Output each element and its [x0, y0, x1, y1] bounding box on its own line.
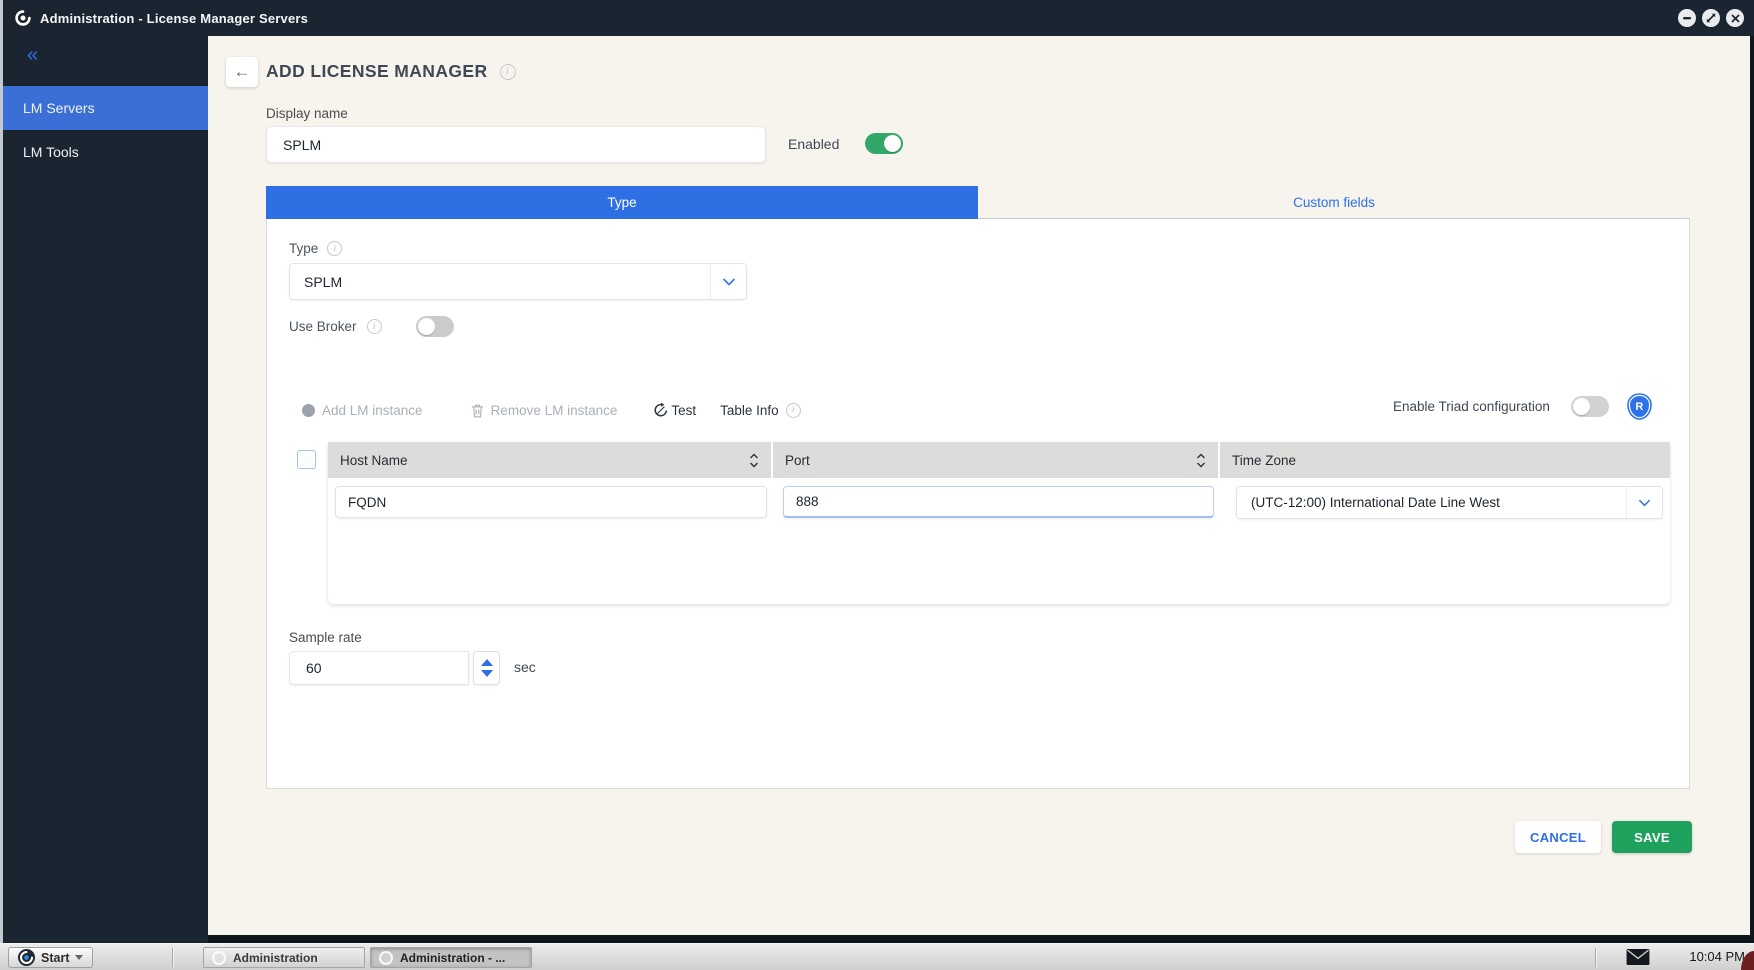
table-info-button[interactable]: Table Info i: [720, 402, 801, 418]
column-label: Time Zone: [1232, 452, 1297, 468]
clock: 10:04 PM: [1689, 949, 1745, 964]
sample-rate-stepper[interactable]: [473, 651, 500, 685]
app-window: Administration - License Manager Servers…: [0, 0, 1754, 943]
tabbar: Type Custom fields: [266, 186, 1690, 219]
taskbar-divider: [1595, 948, 1596, 967]
caret-down-icon: [75, 955, 84, 960]
page-info-icon[interactable]: i: [499, 63, 516, 80]
column-header-port[interactable]: Port: [773, 442, 1218, 478]
task-button-administration[interactable]: Administration: [203, 947, 365, 968]
column-label: Host Name: [340, 452, 408, 468]
display-name-input[interactable]: [266, 126, 766, 163]
table-info-label: Table Info: [720, 402, 779, 418]
use-broker-info-icon[interactable]: i: [366, 319, 382, 334]
time-zone-select[interactable]: (UTC-12:00) International Date Line West: [1236, 486, 1663, 519]
type-select-value: SPLM: [304, 273, 343, 290]
taskbar: Start Administration Administration - ..…: [0, 943, 1754, 970]
table-row: (UTC-12:00) International Date Line West: [328, 478, 1670, 526]
remove-lm-instance-button[interactable]: Remove LM instance: [471, 402, 618, 418]
tab-type[interactable]: Type: [266, 186, 978, 219]
mail-icon[interactable]: [1626, 949, 1650, 970]
sidebar-item-lm-tools[interactable]: LM Tools: [3, 130, 208, 174]
save-button[interactable]: SAVE: [1612, 821, 1692, 853]
remove-lm-instance-label: Remove LM instance: [490, 402, 618, 418]
enabled-toggle[interactable]: [865, 133, 904, 154]
titlebar: Administration - License Manager Servers: [3, 0, 1754, 36]
start-label: Start: [41, 950, 70, 965]
time-zone-value: (UTC-12:00) International Date Line West: [1251, 495, 1500, 510]
chevron-down-icon: [710, 264, 746, 299]
start-logo-icon: [18, 949, 35, 966]
sample-rate-unit: sec: [514, 659, 536, 675]
type-select[interactable]: SPLM: [289, 263, 747, 300]
add-icon: [302, 403, 315, 417]
maximize-button[interactable]: [1702, 9, 1720, 27]
host-name-input[interactable]: [335, 486, 767, 518]
stepper-up-icon[interactable]: [480, 659, 493, 666]
main-content: ← ADD LICENSE MANAGER i Display name Ena…: [208, 36, 1750, 935]
task-label: Administration: [233, 950, 318, 965]
task-app-icon: [379, 950, 393, 965]
sidebar-item-lm-servers[interactable]: LM Servers: [3, 86, 208, 130]
sidebar: « LM Servers LM Tools: [3, 36, 208, 943]
close-button[interactable]: [1726, 9, 1744, 27]
sort-icon[interactable]: [1196, 453, 1206, 468]
minimize-button[interactable]: [1678, 9, 1696, 27]
task-label: Administration - ...: [400, 950, 506, 965]
port-input[interactable]: [783, 486, 1214, 518]
tab-label: Type: [607, 195, 637, 210]
row-checkbox[interactable]: [297, 450, 316, 469]
taskbar-divider: [172, 948, 173, 967]
sort-icon[interactable]: [749, 453, 759, 468]
trash-icon: [471, 404, 483, 417]
triad-toggle[interactable]: [1570, 396, 1609, 417]
use-broker-toggle[interactable]: [415, 316, 454, 337]
add-lm-instance-label: Add LM instance: [322, 402, 423, 418]
tab-custom-fields[interactable]: Custom fields: [978, 186, 1690, 219]
chevron-down-icon: [1626, 487, 1662, 518]
display-name-label: Display name: [266, 106, 348, 121]
lm-instance-table: Host Name Port Time Zone FQDN 888 (UTC-1…: [328, 442, 1670, 604]
test-icon: [654, 402, 668, 417]
table-info-icon: i: [785, 402, 801, 418]
column-label: Port: [785, 452, 810, 468]
task-button-administration-active[interactable]: Administration - ...: [370, 947, 532, 968]
type-info-icon[interactable]: i: [327, 241, 343, 256]
sample-rate-label: Sample rate: [289, 630, 362, 645]
page-title: ADD LICENSE MANAGER: [266, 61, 488, 81]
add-lm-instance-button[interactable]: Add LM instance: [302, 403, 423, 418]
column-header-time-zone[interactable]: Time Zone: [1220, 442, 1670, 478]
sample-rate-input[interactable]: [289, 651, 469, 685]
sidebar-collapse-icon[interactable]: «: [27, 44, 38, 67]
cancel-button[interactable]: CANCEL: [1515, 821, 1601, 853]
type-label: Type: [289, 241, 319, 256]
triad-label: Enable Triad configuration: [1393, 399, 1550, 414]
sidebar-item-label: LM Servers: [23, 100, 95, 116]
tab-label: Custom fields: [1293, 195, 1375, 210]
stepper-down-icon[interactable]: [480, 670, 493, 677]
use-broker-label: Use Broker: [289, 319, 357, 334]
task-app-icon: [212, 950, 226, 965]
enabled-label: Enabled: [788, 135, 840, 152]
test-label: Test: [671, 402, 697, 418]
app-logo-icon: [15, 10, 31, 26]
back-button[interactable]: ←: [226, 57, 258, 87]
r-shield-icon[interactable]: R: [1629, 396, 1649, 417]
column-header-host-name[interactable]: Host Name: [328, 442, 771, 478]
start-button[interactable]: Start: [8, 947, 94, 968]
sidebar-item-label: LM Tools: [23, 144, 79, 160]
test-button[interactable]: Test: [653, 402, 696, 418]
window-title: Administration - License Manager Servers: [40, 10, 309, 26]
